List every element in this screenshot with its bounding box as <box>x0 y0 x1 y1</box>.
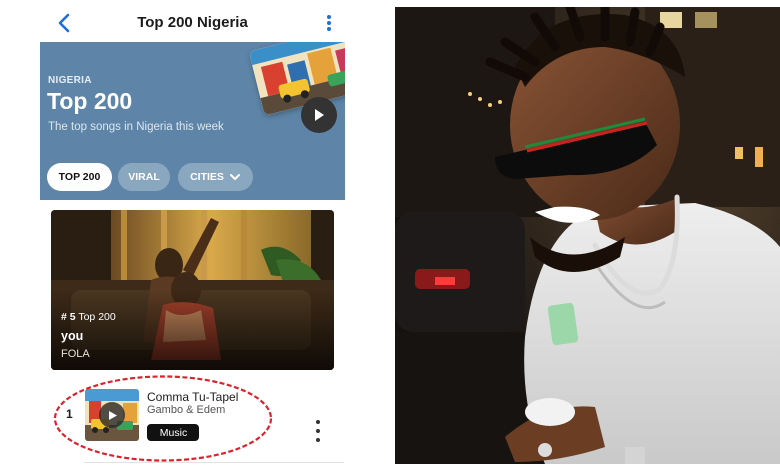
tab-top-200[interactable]: TOP 200 <box>47 163 112 191</box>
featured-video-card[interactable]: # 5 Top 200 you FOLA <box>51 210 334 370</box>
song-rank: 1 <box>66 407 73 421</box>
chart-title: Top 200 <box>47 88 133 114</box>
music-app-screen: Top 200 Nigeria NIGERIA Top 200 The top … <box>0 0 385 470</box>
badge-label: Music <box>159 426 188 439</box>
navigation-bar: Top 200 Nigeria <box>0 0 385 44</box>
play-song-button[interactable] <box>99 402 125 428</box>
chart-description: The top songs in Nigeria this week <box>48 121 224 133</box>
table-row[interactable]: 1 Comma Tu-Tapel Gambo & Edem Music <box>52 383 342 447</box>
rank-chart-name: Top 200 <box>78 311 116 323</box>
song-title: Comma Tu-Tapel <box>147 390 239 404</box>
play-icon <box>315 109 324 121</box>
artist-photo <box>395 7 780 464</box>
song-cover-art[interactable] <box>85 389 139 441</box>
more-options-button[interactable] <box>320 12 338 34</box>
play-icon <box>108 410 117 420</box>
tab-viral[interactable]: VIRAL <box>118 163 170 191</box>
rank-number: # 5 <box>61 311 76 323</box>
tab-cities[interactable]: CITIES <box>178 163 253 191</box>
row-divider <box>84 462 344 463</box>
chevron-down-icon <box>229 174 240 180</box>
apple-music-badge[interactable]: Music <box>147 424 199 441</box>
video-thumbnail <box>51 210 334 370</box>
video-title: you <box>61 329 84 343</box>
more-vertical-icon <box>327 15 331 19</box>
tab-label: VIRAL <box>128 171 160 183</box>
song-artist: Gambo & Edem <box>147 404 226 416</box>
play-chart-button[interactable] <box>301 97 337 133</box>
tab-label: TOP 200 <box>58 171 101 183</box>
composite-image: Top 200 Nigeria NIGERIA Top 200 The top … <box>0 0 780 470</box>
more-vertical-icon <box>316 420 320 424</box>
tab-label: CITIES <box>190 171 224 183</box>
song-more-button[interactable] <box>314 420 322 442</box>
video-rank: # 5 Top 200 <box>61 311 116 323</box>
photo-illustration <box>395 7 780 464</box>
chart-country-label: NIGERIA <box>48 75 92 86</box>
chart-header-card: NIGERIA Top 200 The top songs in Nigeria… <box>40 42 345 200</box>
video-artist: FOLA <box>61 348 90 360</box>
